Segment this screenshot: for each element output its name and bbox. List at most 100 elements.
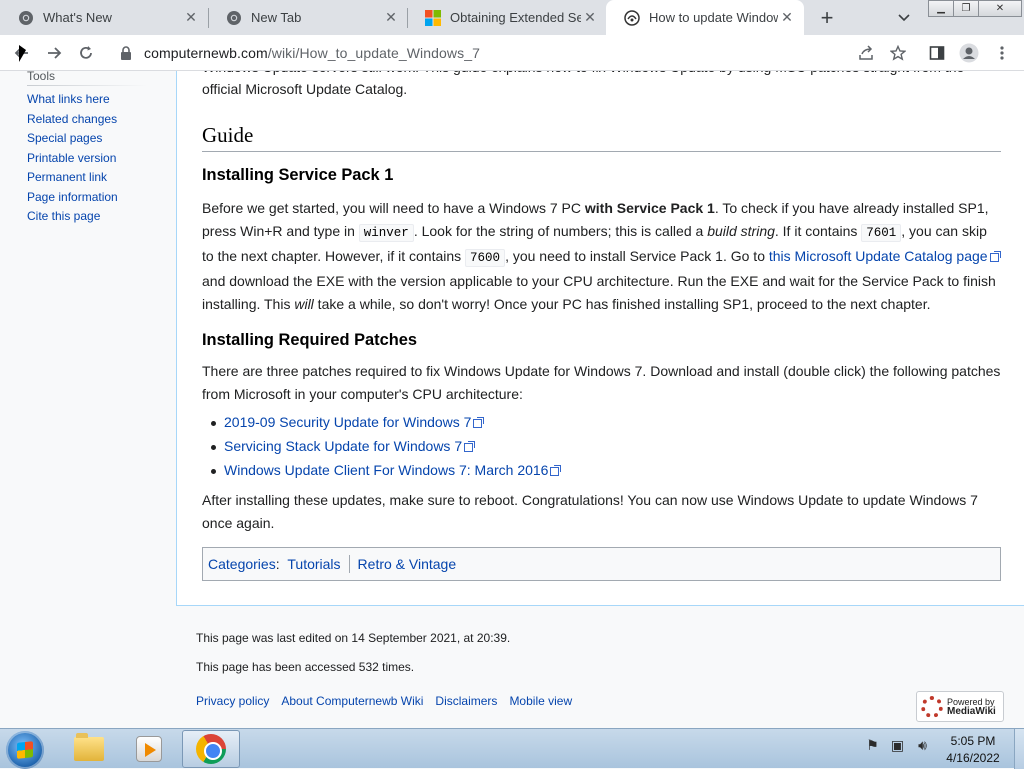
chrome-icon [18,10,34,26]
sidebar-link-permanent-link[interactable]: Permanent link [27,170,107,184]
taskbar-media-player[interactable] [120,730,178,768]
show-desktop-button[interactable] [1014,729,1024,769]
category-tutorials[interactable]: Tutorials [287,553,340,576]
section-heading-guide: Guide [202,122,1001,152]
tab-how-to-update-windows[interactable]: How to update Windows ✕ [606,0,804,35]
powered-by-mediawiki-badge[interactable]: Powered by MediaWiki [916,691,1004,722]
tab-title: What's New [43,10,112,25]
external-link-icon [473,417,485,428]
network-icon[interactable]: ▣ [889,737,906,754]
web-page: Tools What links here Related changes Sp… [0,71,1024,728]
taskbar-chrome[interactable] [182,730,240,768]
sidebar-link-page-information[interactable]: Page information [27,190,118,204]
close-tab-icon[interactable]: ✕ [581,9,599,27]
forward-button[interactable] [42,41,66,65]
action-center-flag-icon[interactable]: ⚑ [864,737,881,754]
intro-end: official Microsoft Update Catalog. [202,81,408,97]
sidebar-link-what-links-here[interactable]: What links here [27,92,110,106]
patch-link-servicing-stack[interactable]: Servicing Stack Update for Windows 7 [224,438,476,454]
menu-kebab-icon[interactable] [990,41,1014,65]
patches-intro: There are three patches required to fix … [202,363,1001,402]
tab-strip: What's New ✕ New Tab ✕ Obtaining Extende… [0,0,1024,35]
footer-links: Privacy policy About Computernewb Wiki D… [196,694,572,708]
tab-title: Obtaining Extended Secu [450,10,581,25]
divider [27,85,147,86]
browser-toolbar: computernewb.com/wiki/How_to_update_Wind… [0,35,1024,71]
minimize-button[interactable]: ▁ [928,0,954,17]
windows-taskbar: ⚑ ▣ 🔊︎ 5:05 PM 4/16/2022 [0,728,1024,769]
url-text: computernewb.com/wiki/How_to_update_Wind… [144,45,481,61]
bookmark-star-icon[interactable] [886,41,910,65]
sidebar-link-special-pages[interactable]: Special pages [27,131,102,145]
close-tab-icon[interactable]: ✕ [182,9,200,27]
sidebar-link-cite-this-page[interactable]: Cite this page [27,209,100,223]
footer-info: This page was last edited on 14 Septembe… [196,631,510,689]
list-item: Windows Update Client For Windows 7: Mar… [210,459,562,483]
subheading-service-pack: Installing Service Pack 1 [202,166,394,184]
reload-icon [80,46,92,59]
close-tab-icon[interactable]: ✕ [778,9,796,27]
footer-link-about[interactable]: About Computernewb Wiki [281,694,423,708]
footer-link-disclaimers[interactable]: Disclaimers [435,694,497,708]
code-7601: 7601 [861,224,902,242]
computernewb-icon [624,9,640,26]
clock-date: 4/16/2022 [946,751,1000,765]
media-player-icon [136,736,162,762]
tab-search-chevron-icon[interactable] [894,8,914,28]
patch-list: 2019-09 Security Update for Windows 7 Se… [210,411,562,483]
code-7600: 7600 [465,249,506,267]
tab-whats-new[interactable]: What's New ✕ [0,0,208,35]
new-tab-button[interactable]: + [815,5,839,30]
tools-heading: Tools [27,71,56,83]
category-retro-vintage[interactable]: Retro & Vintage [358,553,457,576]
sp1-paragraph: Before we get started, you will need to … [202,197,1001,316]
list-item: Servicing Stack Update for Windows 7 [210,435,560,459]
microsoft-update-catalog-link[interactable]: this Microsoft Update Catalog page [769,248,1001,264]
microsoft-icon [425,9,441,26]
patch-link-update-client[interactable]: Windows Update Client For Windows 7: Mar… [224,462,562,478]
divider [348,555,350,573]
category-links: Categories: Tutorials Retro & Vintage [202,547,1001,581]
tools-list: What links here Related changes Special … [27,91,118,228]
footer-link-mobile-view[interactable]: Mobile view [509,694,572,708]
article-content: Windows Update servers still work. This … [176,71,1024,606]
mouse-cursor-icon [19,45,26,62]
volume-icon[interactable]: 🔊︎ [914,737,931,754]
categories-label-link[interactable]: Categories [208,553,276,576]
tab-new-tab[interactable]: New Tab ✕ [208,0,408,35]
clock[interactable]: 5:05 PM 4/16/2022 [938,733,1008,767]
share-icon[interactable] [854,41,878,65]
taskbar-explorer[interactable] [60,730,118,768]
sidebar-link-printable-version[interactable]: Printable version [27,151,116,165]
lock-icon [120,46,134,60]
code-winver: winver [358,224,414,242]
external-link-icon [989,251,1001,262]
system-tray: ⚑ ▣ 🔊︎ [864,737,931,754]
clock-time: 5:05 PM [950,734,996,748]
start-button[interactable] [6,731,44,769]
explorer-icon [74,733,104,761]
address-bar[interactable]: computernewb.com/wiki/How_to_update_Wind… [110,39,920,67]
side-panel-icon[interactable] [925,41,949,65]
outro-paragraph: After installing these updates, make sur… [202,492,978,531]
sidebar: Tools What links here Related changes Sp… [0,71,176,728]
forward-arrow-icon [48,47,62,59]
tab-title: How to update Windows [649,10,778,25]
list-item: 2019-09 Security Update for Windows 7 [210,411,560,435]
window-controls: ▁ ❐ ✕ [928,0,1022,18]
chrome-icon [196,734,226,764]
patch-link-security-update[interactable]: 2019-09 Security Update for Windows 7 [224,414,485,430]
reload-button[interactable] [74,41,98,65]
maximize-button[interactable]: ❐ [953,0,979,17]
footer-link-privacy[interactable]: Privacy policy [196,694,269,708]
sidebar-link-related-changes[interactable]: Related changes [27,112,117,126]
subheading-required-patches: Installing Required Patches [202,331,417,349]
last-edited-text: This page was last edited on 14 Septembe… [196,631,511,645]
tab-obtaining-extended-security[interactable]: Obtaining Extended Secu ✕ [407,0,607,35]
close-tab-icon[interactable]: ✕ [382,9,400,27]
external-link-icon [464,441,476,452]
profile-avatar-icon[interactable] [957,41,981,65]
tab-title: New Tab [251,10,302,25]
close-window-button[interactable]: ✕ [978,0,1022,17]
access-count-text: This page has been accessed 532 times. [196,660,415,674]
